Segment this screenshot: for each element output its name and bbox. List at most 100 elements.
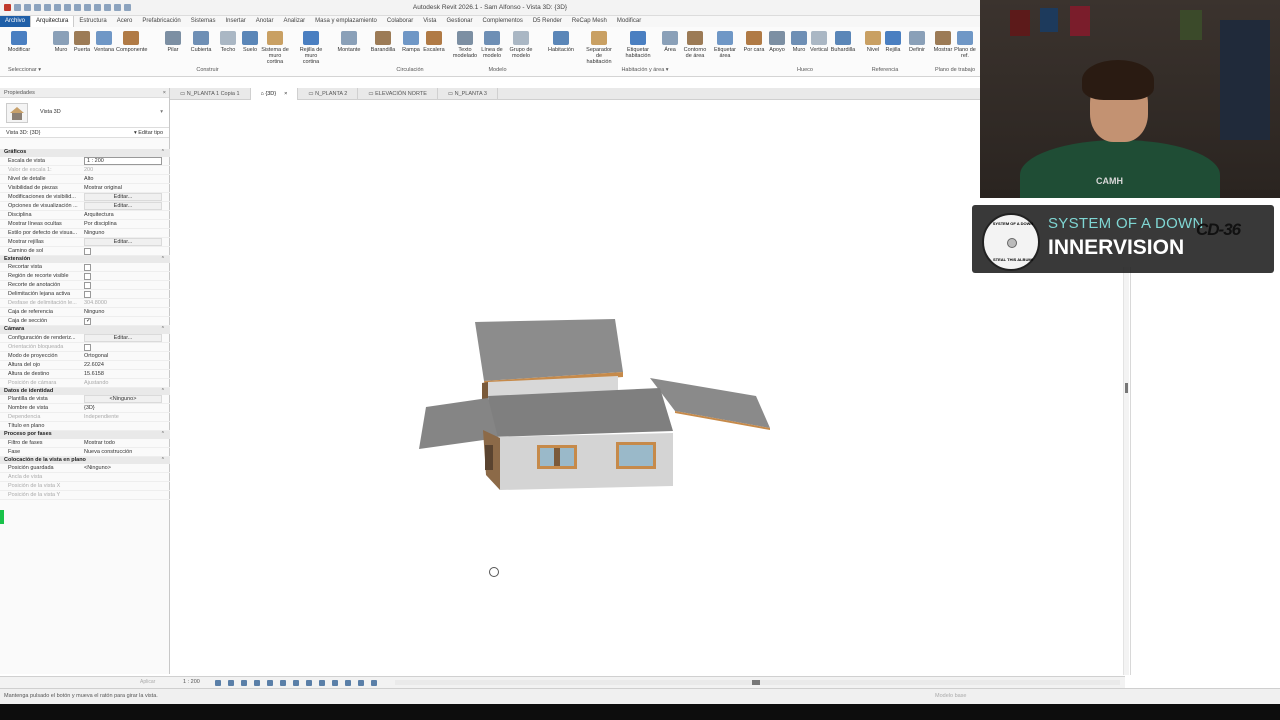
vertical-scrollbar[interactable] <box>1123 267 1129 675</box>
chevron-down-icon[interactable]: ▾ <box>160 109 163 115</box>
ribbon-button-escalera[interactable]: Escalera <box>419 29 449 67</box>
3d-view-icon[interactable] <box>94 4 101 11</box>
property-edit-button[interactable]: Editar... <box>84 192 162 201</box>
ribbon-button-plano-de-ref-[interactable]: Plano de ref. <box>950 29 980 67</box>
scroll-thumb[interactable] <box>1125 383 1128 393</box>
ribbon-panel-label[interactable]: Referencia <box>860 67 910 73</box>
property-value[interactable]: 22.6024 <box>84 361 162 370</box>
redo-icon[interactable] <box>54 4 61 11</box>
section-icon[interactable] <box>104 4 111 11</box>
properties-section-header[interactable]: Colocación de la vista en plano <box>0 456 170 464</box>
tab-sistemas[interactable]: Sistemas <box>186 16 221 27</box>
type-selector[interactable]: Vista 3D ▾ <box>0 98 169 128</box>
open-icon[interactable] <box>14 4 21 11</box>
ribbon-button-grupo-de-modelo[interactable]: Grupo de modelo <box>506 29 536 67</box>
tab-masa-y-emplazamiento[interactable]: Masa y emplazamiento <box>310 16 382 27</box>
detail-level-icon[interactable] <box>215 680 221 686</box>
ribbon-button-pilar[interactable]: Pilar <box>158 29 188 67</box>
revit-logo-icon[interactable] <box>4 4 11 11</box>
property-value[interactable]: Nueva construcción <box>84 448 162 457</box>
properties-section-header[interactable]: Proceso por fases <box>0 431 170 439</box>
ribbon-panel-label[interactable]: Hueco <box>780 67 830 73</box>
property-value[interactable]: Alto <box>84 175 162 184</box>
ribbon-panel-label[interactable]: Seleccionar ▾ <box>2 67 47 73</box>
ribbon-button-modificar[interactable]: Modificar <box>4 29 34 67</box>
property-checkbox[interactable] <box>84 318 91 325</box>
properties-section-header[interactable]: Gráficos <box>0 149 170 157</box>
property-value[interactable]: Ninguno <box>84 308 162 317</box>
ribbon-button-buhardilla[interactable]: Buhardilla <box>828 29 858 67</box>
temp-hide-icon[interactable] <box>319 680 325 686</box>
sync-icon[interactable] <box>34 4 41 11</box>
worksharing-icon[interactable] <box>345 680 351 686</box>
document-tab[interactable]: ▭ N_PLANTA 2 <box>298 88 359 100</box>
ribbon-button-sistema-de-muro-cortina[interactable]: Sistema de muro cortina <box>260 29 290 67</box>
property-value[interactable]: Ninguno <box>84 229 162 238</box>
analytical-icon[interactable] <box>358 680 364 686</box>
property-edit-button[interactable]: Editar... <box>84 237 162 246</box>
tab-prefabricación[interactable]: Prefabricación <box>137 16 185 27</box>
tab-analizar[interactable]: Analizar <box>278 16 310 27</box>
property-value[interactable]: Arquitectura <box>84 211 162 220</box>
property-value[interactable]: 1 : 200 <box>84 156 162 165</box>
horizontal-scrollbar[interactable] <box>395 680 1120 685</box>
sun-path-icon[interactable] <box>241 680 247 686</box>
property-edit-button[interactable]: Editar... <box>84 333 162 342</box>
property-value[interactable]: Por disciplina <box>84 220 162 229</box>
close-icon[interactable]: × <box>284 91 287 97</box>
ribbon-button-componente[interactable]: Componente <box>116 29 148 67</box>
property-checkbox[interactable] <box>84 264 91 271</box>
tab-recap-mesh[interactable]: ReCap Mesh <box>567 16 612 27</box>
property-checkbox[interactable] <box>84 247 91 255</box>
ribbon-button-rejilla-de-muro-cortina[interactable]: Rejilla de muro cortina <box>296 29 326 67</box>
ribbon-panel-label[interactable]: Construir <box>150 67 265 73</box>
properties-section-header[interactable]: Cámara <box>0 326 170 334</box>
ribbon-button-contorno-de-área[interactable]: Contorno de área <box>680 29 710 67</box>
property-value[interactable]: Mostrar original <box>84 184 162 193</box>
document-tab[interactable]: ▭ N_PLANTA 3 <box>438 88 498 100</box>
tab-d5-render[interactable]: D5 Render <box>528 16 567 27</box>
show-crop-icon[interactable] <box>293 680 299 686</box>
highlight-icon[interactable] <box>371 680 377 686</box>
lock-view-icon[interactable] <box>306 680 312 686</box>
property-value[interactable]: Mostrar todo <box>84 439 162 448</box>
measure-icon[interactable] <box>74 4 81 11</box>
property-value[interactable]: <Ninguno> <box>84 464 162 473</box>
text-icon[interactable] <box>84 4 91 11</box>
property-checkbox[interactable] <box>84 291 91 298</box>
save-icon[interactable] <box>24 4 31 11</box>
tab-gestionar[interactable]: Gestionar <box>441 16 477 27</box>
document-tab[interactable]: ▭ ELEVACIÓN NORTE <box>358 88 438 100</box>
document-tab[interactable]: ▭ N_PLANTA 1 Copia 1 <box>170 88 251 100</box>
tab-anotar[interactable]: Anotar <box>251 16 279 27</box>
undo-icon[interactable] <box>44 4 51 11</box>
ribbon-button-habitación[interactable]: Habitación <box>546 29 576 67</box>
scroll-thumb[interactable] <box>752 680 760 685</box>
reveal-hidden-icon[interactable] <box>332 680 338 686</box>
ribbon-button-línea-de-modelo[interactable]: Línea de modelo <box>477 29 507 67</box>
tab-arquitectura[interactable]: Arquitectura <box>30 16 75 27</box>
ribbon-button-montante[interactable]: Montante <box>334 29 364 67</box>
ribbon-panel-label[interactable]: Circulación <box>380 67 440 73</box>
ribbon-button-texto-modelado[interactable]: Texto modelado <box>450 29 480 67</box>
tab-archivo[interactable]: Archivo <box>0 16 31 27</box>
active-model[interactable]: Modelo base <box>935 693 967 699</box>
document-tab[interactable]: ⌂ {3D} × <box>250 88 299 100</box>
ribbon-button-separador-de-habitación[interactable]: Separador de habitación <box>584 29 614 67</box>
crop-view-icon[interactable] <box>280 680 286 686</box>
apply-button[interactable]: Aplicar <box>140 679 155 685</box>
close-hidden-icon[interactable] <box>114 4 121 11</box>
tab-acero[interactable]: Acero <box>112 16 138 27</box>
property-value[interactable]: Ortogonal <box>84 352 162 361</box>
property-checkbox[interactable] <box>84 273 91 280</box>
shadows-icon[interactable] <box>254 680 260 686</box>
close-icon[interactable]: × <box>163 88 166 98</box>
tab-colaborar[interactable]: Colaborar <box>382 16 418 27</box>
property-edit-button[interactable]: Editar... <box>84 201 162 210</box>
ribbon-button-etiquetar-área[interactable]: Etiquetar área <box>710 29 740 67</box>
tab-estructura[interactable]: Estructura <box>74 16 111 27</box>
switch-windows-icon[interactable] <box>124 4 131 11</box>
ribbon-button-cubierta[interactable]: Cubierta <box>186 29 216 67</box>
properties-section-header[interactable]: Datos de identidad <box>0 387 170 395</box>
instance-selector[interactable]: Vista 3D: {3D} ▾ Editar tipo <box>0 128 169 138</box>
